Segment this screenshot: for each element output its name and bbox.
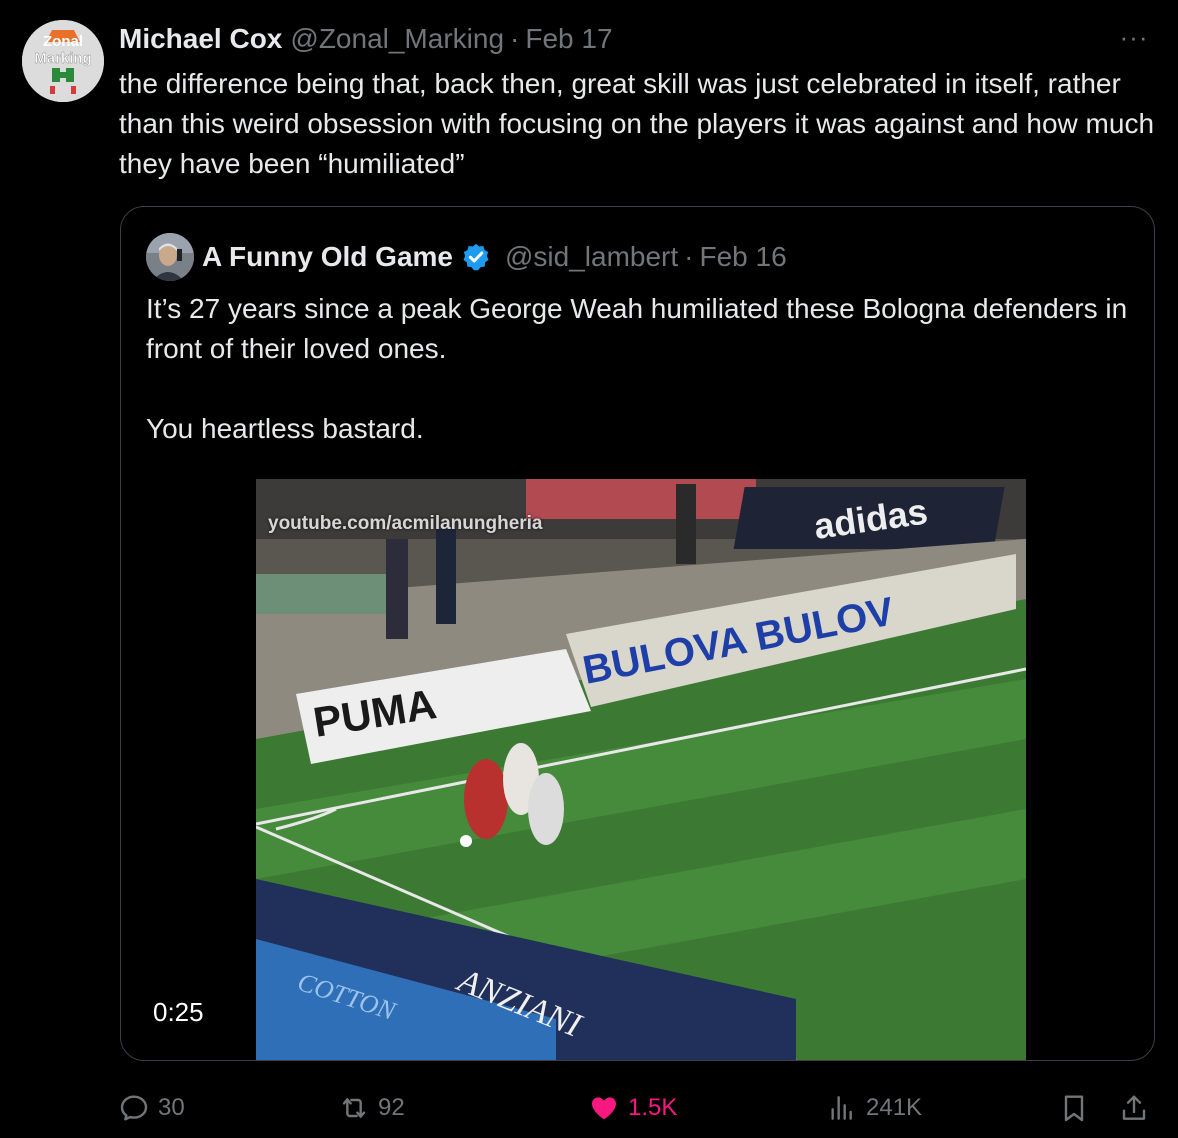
share-upload-icon: [1122, 1095, 1146, 1120]
tweet-date[interactable]: Feb 17: [525, 23, 612, 55]
quoted-tweet[interactable]: A Funny Old Game @sid_lambert · Feb 16 I…: [120, 206, 1155, 1061]
quoted-author-avatar[interactable]: [146, 233, 194, 281]
author-handle[interactable]: @Zonal_Marking: [290, 23, 504, 55]
analytics-bars-icon: [831, 1096, 852, 1120]
author-avatar[interactable]: Zonal Marking: [22, 20, 104, 102]
retweet-icon: [342, 1098, 366, 1118]
share-button[interactable]: [1118, 1086, 1150, 1130]
video-frame: BULOVA BULOV PUMA adidas ANZIANI COTTON: [256, 479, 1026, 1060]
retweet-count: 92: [378, 1094, 405, 1121]
svg-text:Zonal: Zonal: [43, 33, 83, 50]
author-name[interactable]: Michael Cox: [119, 23, 282, 55]
zonal-marking-logo: Zonal Marking: [22, 20, 104, 102]
reply-count: 30: [158, 1094, 185, 1121]
quoted-header-separator: ·: [684, 241, 694, 272]
tweet-action-bar: 30 92 1.5K 241K: [118, 1086, 1158, 1130]
more-options-icon[interactable]: ···: [1116, 22, 1152, 56]
person-avatar-image: [146, 233, 194, 281]
verified-badge-icon[interactable]: [461, 242, 491, 272]
bookmark-button[interactable]: [1058, 1086, 1090, 1130]
tweet-text: the difference being that, back then, gr…: [119, 68, 1155, 179]
quoted-tweet-date[interactable]: Feb 16: [699, 241, 786, 273]
like-button[interactable]: 1.5K: [588, 1086, 677, 1130]
reply-button[interactable]: 30: [118, 1086, 185, 1130]
heart-filled-icon: [592, 1097, 616, 1120]
quoted-author-handle[interactable]: @sid_lambert: [505, 241, 678, 273]
views-button[interactable]: 241K: [826, 1086, 922, 1130]
reply-icon: [120, 1095, 148, 1121]
quoted-tweet-header: A Funny Old Game @sid_lambert · Feb 16: [202, 233, 787, 281]
like-count: 1.5K: [628, 1094, 678, 1121]
bookmark-icon: [1064, 1095, 1084, 1122]
views-count: 241K: [866, 1094, 923, 1121]
quoted-tweet-text: It’s 27 years since a peak George Weah h…: [146, 293, 1128, 444]
retweet-button[interactable]: 92: [338, 1086, 405, 1130]
video-player[interactable]: BULOVA BULOV PUMA adidas ANZIANI COTTON …: [256, 479, 1026, 1060]
quoted-author-name[interactable]: A Funny Old Game: [202, 241, 453, 273]
header-separator: ·: [510, 23, 520, 54]
tweet-header: Michael Cox @Zonal_Marking · Feb 17: [119, 22, 613, 56]
video-watermark: youtube.com/acmilanungheria: [268, 513, 543, 534]
video-duration-badge: 0:25: [141, 993, 216, 1032]
svg-text:Marking: Marking: [34, 50, 92, 67]
